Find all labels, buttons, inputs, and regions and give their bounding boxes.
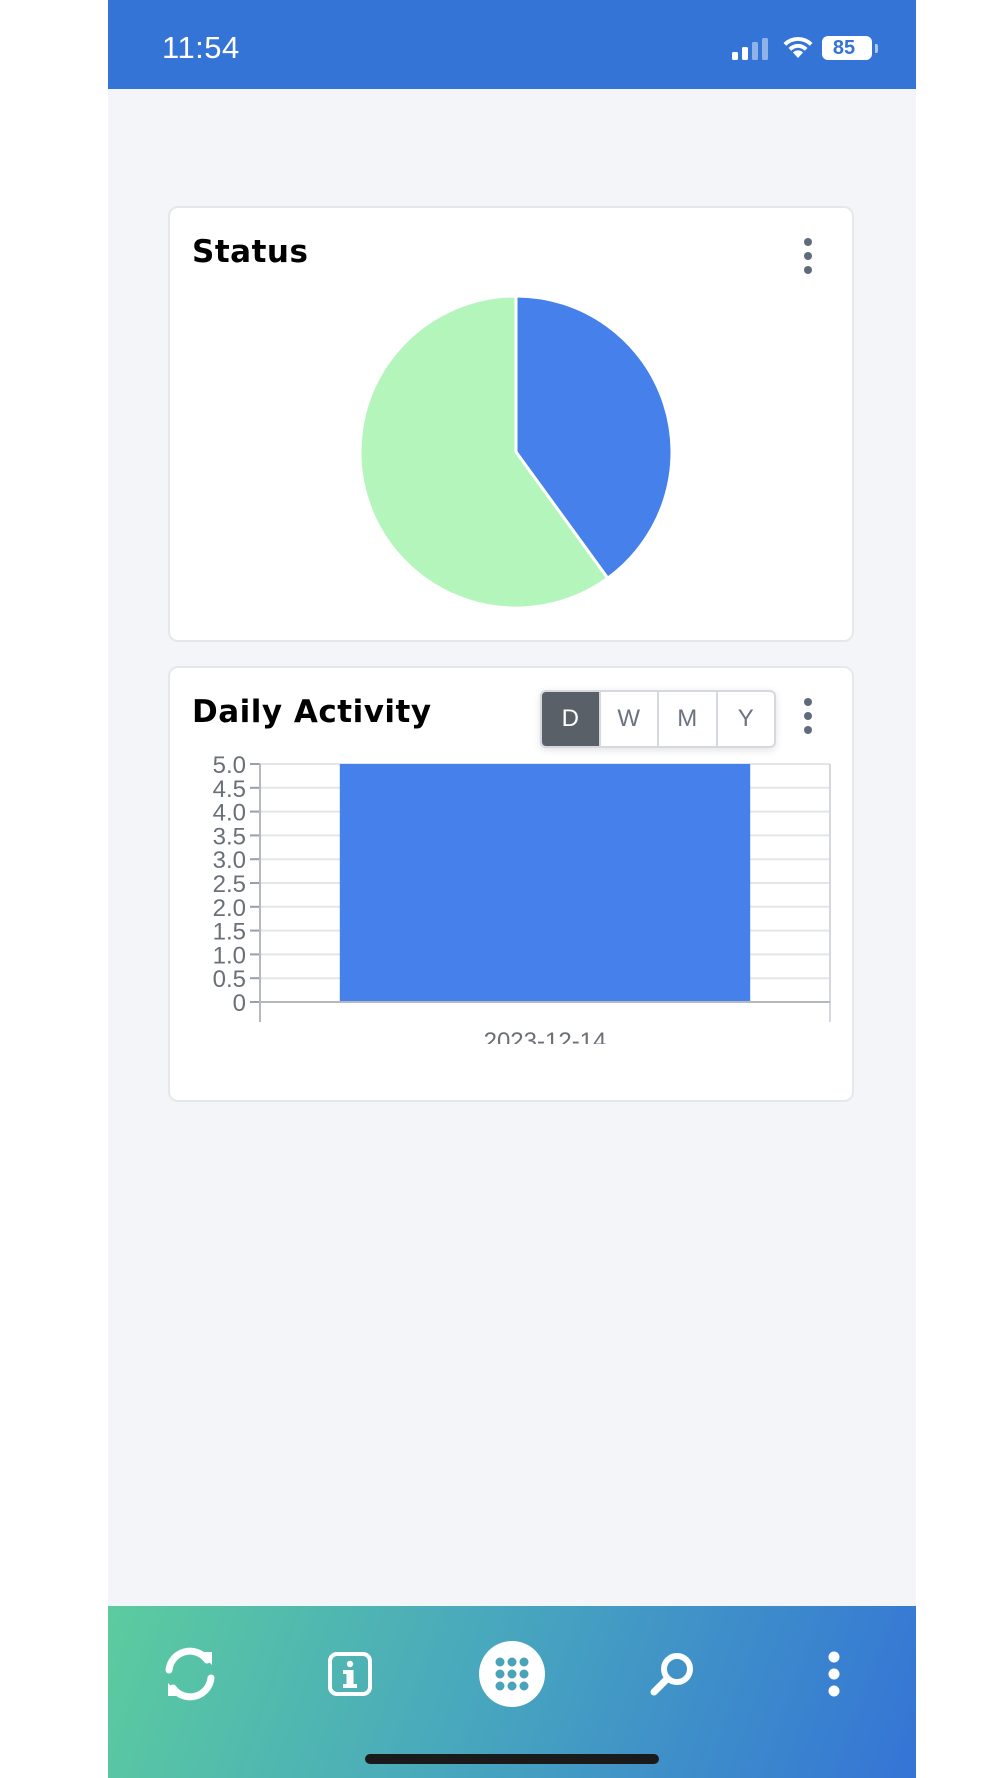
y-tick-label: 0 — [233, 990, 246, 1017]
more-vertical-icon — [828, 1651, 840, 1697]
info-icon — [328, 1652, 372, 1696]
battery-percentage: 85 — [832, 37, 856, 59]
status-card-title: Status — [192, 234, 309, 270]
home-indicator — [365, 1754, 659, 1764]
wifi-icon — [783, 36, 813, 58]
app-screen: 11:54 85 Status Daily Activity D W M Y 5… — [108, 0, 916, 1778]
status-pie-chart — [358, 294, 674, 610]
sync-icon — [165, 1647, 215, 1701]
period-button-w[interactable]: W — [598, 692, 658, 746]
status-bar: 11:54 85 — [108, 0, 916, 89]
apps-grid-icon — [479, 1641, 545, 1707]
bottom-navigation — [108, 1606, 916, 1778]
period-button-m[interactable]: M — [657, 692, 716, 746]
status-time: 11:54 — [162, 30, 240, 65]
sync-button[interactable] — [150, 1634, 230, 1714]
daily-activity-card-title: Daily Activity — [192, 694, 432, 730]
daily-activity-card: Daily Activity D W M Y 5.0 4.5 4.0 3.5 3.0 2.… — [168, 666, 854, 1102]
info-button[interactable] — [310, 1634, 390, 1714]
period-button-y[interactable]: Y — [715, 692, 775, 746]
period-button-d[interactable]: D — [542, 692, 599, 746]
status-card-menu-button[interactable] — [800, 238, 816, 278]
search-icon — [650, 1653, 693, 1696]
battery-icon: 85 — [822, 36, 878, 60]
daily-activity-card-menu-button[interactable] — [800, 698, 816, 738]
signal-icon — [732, 38, 768, 60]
search-button[interactable] — [632, 1634, 712, 1714]
more-button[interactable] — [794, 1634, 874, 1714]
apps-grid-button[interactable] — [472, 1634, 552, 1714]
daily-activity-bar-chart: 5.04.54.03.53.02.52.01.51.00.502023-12-1… — [213, 754, 831, 1044]
bar — [339, 764, 751, 1002]
x-tick-label: 2023-12-14 — [484, 1028, 607, 1044]
status-card: Status — [168, 206, 854, 642]
period-selector: D W M Y — [540, 690, 776, 748]
